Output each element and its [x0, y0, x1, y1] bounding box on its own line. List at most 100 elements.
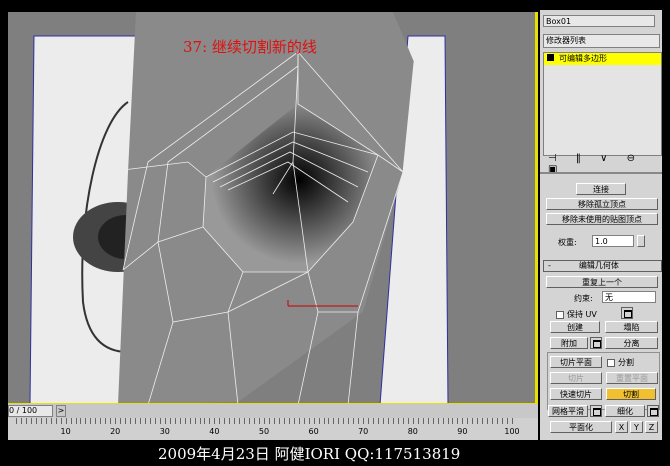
ruler-tick	[328, 418, 330, 424]
ruler-tick	[16, 418, 17, 424]
ruler-tick	[194, 418, 196, 424]
ruler-tick	[373, 418, 375, 424]
ruler-tick	[432, 418, 434, 424]
ruler-tick	[135, 418, 137, 424]
ruler-tick	[447, 418, 449, 424]
ruler-tick	[288, 418, 290, 424]
expand-icon[interactable]	[547, 54, 554, 61]
ruler-tick	[338, 418, 340, 424]
ruler-tick	[254, 418, 256, 424]
ruler-tick	[159, 418, 161, 424]
ruler-tick	[149, 418, 151, 424]
ruler-label: 40	[209, 427, 220, 436]
planarize-z-button[interactable]: Z	[645, 421, 658, 433]
stack-item-editable-poly[interactable]: 可编辑多边形	[544, 53, 661, 65]
ruler-tick	[388, 418, 389, 424]
ruler-tick	[293, 418, 295, 424]
planarize-x-button[interactable]: X	[615, 421, 628, 433]
viewport-scene	[29, 12, 449, 403]
ruler-tick	[130, 418, 132, 424]
ruler-tick	[259, 418, 261, 424]
remove-isolated-vertices-button[interactable]: 移除孤立顶点	[546, 198, 658, 210]
ruler-tick	[50, 418, 52, 424]
ruler-tick	[125, 418, 127, 424]
planarize-y-button[interactable]: Y	[630, 421, 643, 433]
stack-item-label: 可编辑多边形	[559, 54, 607, 63]
ruler-tick	[348, 418, 350, 424]
time-slider[interactable]: 0 / 100 >	[8, 404, 538, 418]
ruler-tick	[40, 418, 42, 424]
ruler-tick	[452, 418, 454, 424]
create-button[interactable]: 创建	[550, 321, 600, 333]
ruler-tick	[492, 418, 494, 424]
planarize-button[interactable]: 平面化	[550, 421, 612, 433]
ruler-tick	[457, 418, 459, 424]
ruler-tick	[229, 418, 231, 424]
split-checkbox[interactable]: 分割	[607, 357, 634, 368]
attach-button[interactable]: 附加	[550, 337, 588, 349]
ruler-tick	[378, 418, 380, 424]
ruler-tick	[303, 418, 305, 424]
quickslice-button[interactable]: 快速切片	[550, 388, 602, 400]
detach-button[interactable]: 分离	[605, 337, 658, 349]
ruler-tick	[244, 418, 246, 424]
ruler-tick	[219, 418, 221, 424]
object-name-field[interactable]: Box01	[543, 15, 655, 27]
ruler-label: 90	[457, 427, 468, 436]
perspective-viewport[interactable]: 37: 继续切割新的线	[8, 12, 538, 405]
edit-geometry-rollout-header[interactable]: - 编辑几何体	[543, 260, 662, 272]
ruler-tick	[323, 418, 325, 424]
ruler-tick	[184, 418, 186, 424]
tessellate-button[interactable]: 细化	[605, 405, 645, 417]
preserve-uv-checkbox[interactable]: 保持 UV	[556, 309, 597, 320]
meshsmooth-button[interactable]: 网格平滑	[548, 405, 588, 417]
ruler-tick	[154, 418, 156, 424]
ruler-tick	[298, 418, 300, 424]
ruler-tick	[20, 418, 22, 424]
attach-list-button[interactable]	[590, 337, 602, 349]
timeline-ruler[interactable]: 10 20 30 40 50 60 70 80 90 100	[8, 418, 538, 440]
ruler-tick	[477, 418, 479, 424]
ruler-tick	[105, 418, 107, 424]
ruler-tick	[343, 418, 345, 424]
tessellate-settings-button[interactable]	[647, 405, 659, 417]
ruler-tick	[467, 418, 469, 424]
reset-plane-button: 重置平面	[606, 372, 658, 384]
ruler-tick	[100, 418, 102, 424]
connect-button[interactable]: 连接	[576, 183, 626, 195]
next-frame-button[interactable]: >	[56, 405, 66, 417]
weight-spinner[interactable]	[637, 235, 645, 247]
ruler-tick	[164, 418, 166, 424]
ruler-tick	[55, 418, 57, 424]
ruler-label: 10	[60, 427, 71, 436]
ruler-tick	[313, 418, 315, 424]
ruler-tick	[70, 418, 72, 424]
modifier-list-dropdown[interactable]: 修改器列表	[543, 34, 660, 48]
repeat-last-button[interactable]: 重复上一个	[546, 276, 658, 288]
meshsmooth-settings-button[interactable]	[590, 405, 602, 417]
ruler-tick	[234, 418, 236, 424]
slice-button: 切片	[550, 372, 602, 384]
constraint-dropdown[interactable]: 无	[602, 291, 656, 303]
ruler-tick	[214, 418, 216, 424]
ruler-tick	[144, 418, 146, 424]
ruler-tick	[333, 418, 335, 424]
ruler-tick	[392, 418, 394, 424]
ruler-tick	[308, 418, 310, 424]
ruler-tick	[95, 418, 97, 424]
ruler-tick	[283, 418, 285, 424]
time-slider-thumb[interactable]: 0 / 100	[8, 405, 53, 417]
slice-plane-button[interactable]: 切片平面	[550, 356, 602, 368]
ruler-tick	[368, 418, 370, 424]
remove-unused-map-verts-button[interactable]: 移除未使用的贴图顶点	[546, 213, 658, 225]
collapse-button[interactable]: 塌陷	[605, 321, 658, 333]
ruler-tick	[407, 418, 409, 424]
ruler-tick	[120, 418, 122, 424]
preserve-uv-settings-button[interactable]	[621, 307, 633, 319]
cut-button[interactable]: 切割	[606, 388, 656, 400]
ruler-tick	[25, 418, 27, 424]
ruler-tick	[140, 418, 141, 424]
ruler-tick	[268, 418, 270, 424]
ruler-tick	[402, 418, 404, 424]
weight-input[interactable]: 1.0	[592, 235, 634, 247]
